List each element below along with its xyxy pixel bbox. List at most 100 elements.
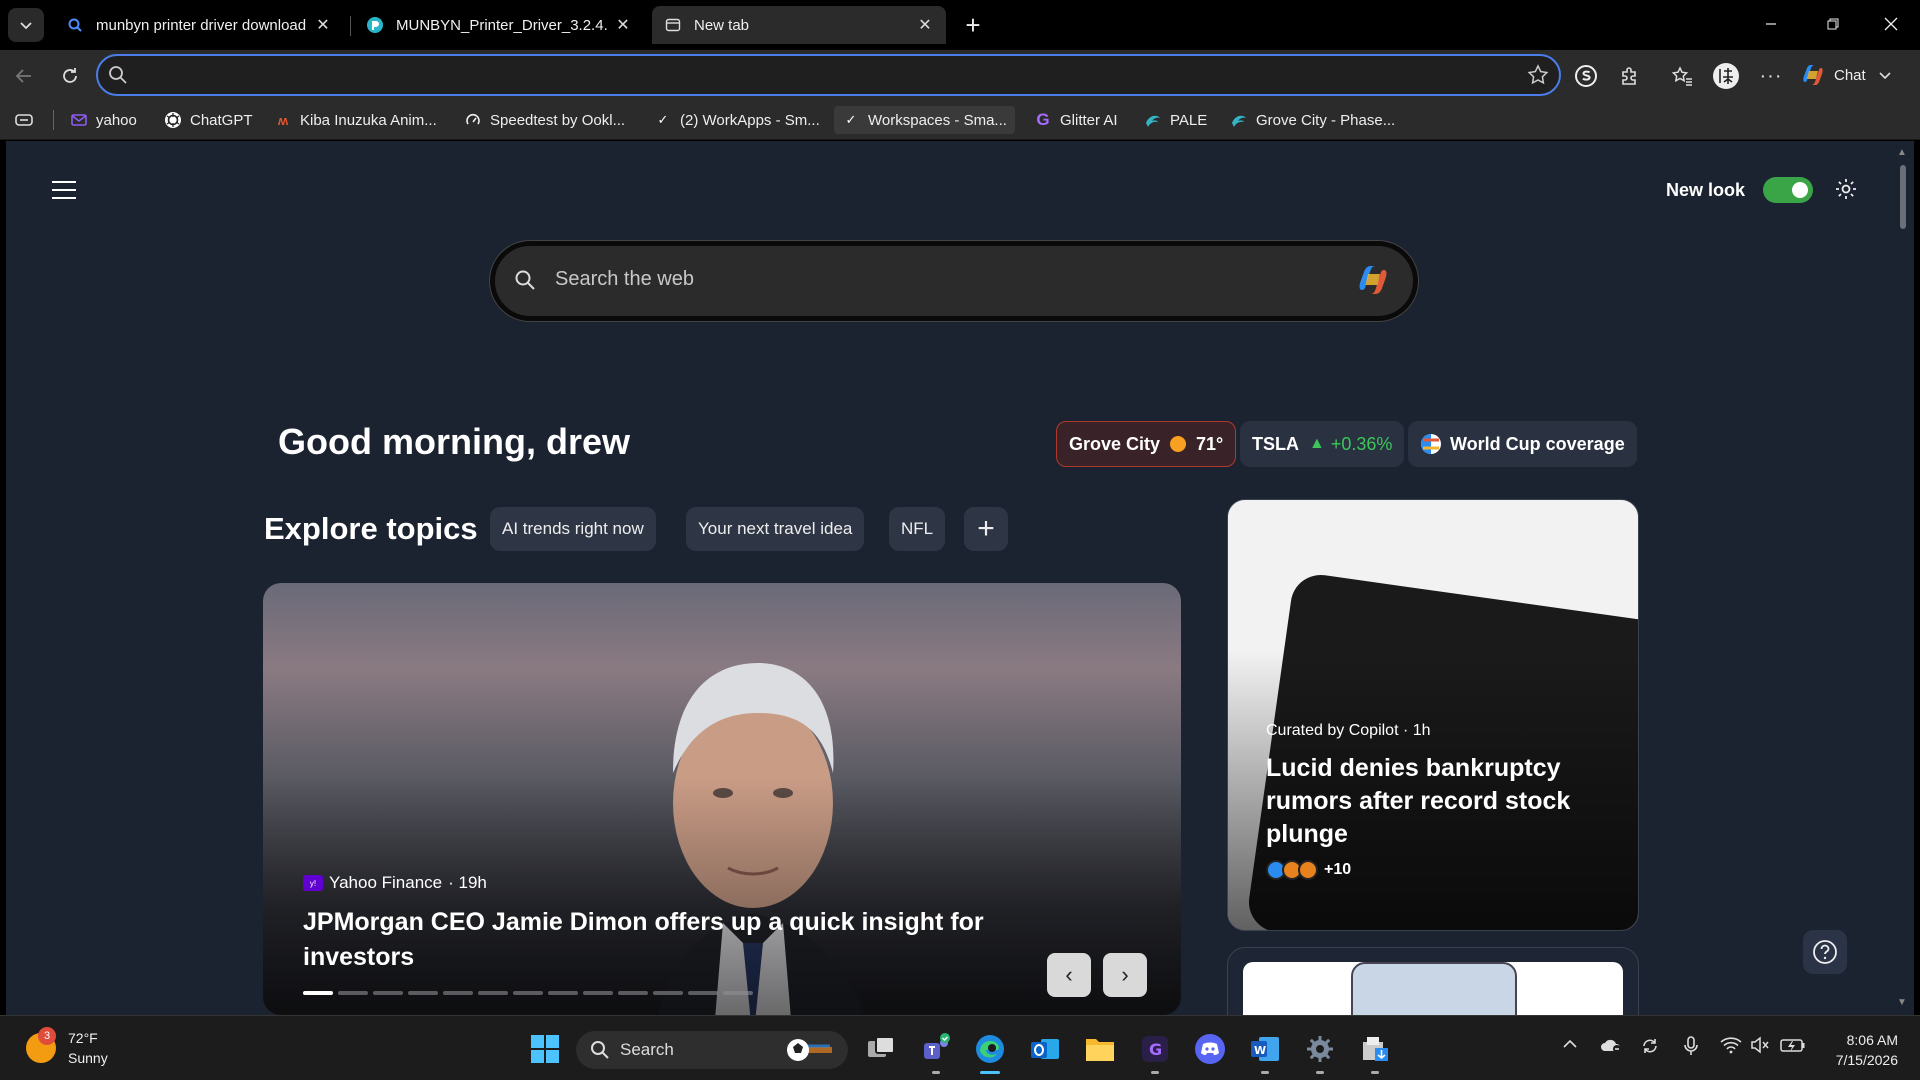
bookmark-yahoo[interactable]: yahoo	[62, 106, 145, 134]
carousel-dot[interactable]	[443, 991, 473, 995]
copilot-chat-button[interactable]: Chat	[1800, 57, 1910, 93]
bookmark-label: PALE	[1170, 111, 1208, 129]
side-card-title[interactable]: Lucid denies bankruptcy rumors after rec…	[1266, 752, 1606, 851]
close-window-button[interactable]	[1868, 8, 1914, 40]
page-scrollbar[interactable]: ▲ ▼	[1892, 141, 1914, 1015]
carousel-dot[interactable]	[723, 991, 753, 995]
favorite-star-icon[interactable]	[1527, 64, 1549, 91]
word-app[interactable]: W	[1246, 1030, 1284, 1074]
carousel-dot[interactable]	[583, 991, 613, 995]
carousel-next-button[interactable]: ›	[1103, 953, 1147, 997]
restore-button[interactable]	[1810, 8, 1856, 40]
help-button[interactable]	[1803, 930, 1847, 974]
carousel-dot[interactable]	[338, 991, 368, 995]
bookmark-pale[interactable]: PALE	[1136, 106, 1215, 134]
close-tab-icon[interactable]: ✕	[614, 16, 632, 34]
printer-driver-app[interactable]	[1356, 1030, 1394, 1074]
close-tab-icon[interactable]: ✕	[314, 16, 332, 34]
wifi-tray[interactable]	[1720, 1036, 1742, 1057]
topic-chip[interactable]: NFL	[889, 507, 946, 551]
bookmark-workapps[interactable]: ✓ (2) WorkApps - Sm...	[646, 106, 828, 134]
outlook-app[interactable]	[1026, 1030, 1064, 1068]
side-news-card[interactable]: Curated by Copilot · 1h Lucid denies ban…	[1227, 499, 1639, 931]
svg-text:G: G	[1149, 1040, 1162, 1059]
weather-chip[interactable]: Grove City 71°	[1056, 421, 1237, 467]
topic-chip[interactable]: Your next travel idea	[686, 507, 865, 551]
bookmark-kiba[interactable]: ʍ Kiba Inuzuka Anim...	[266, 106, 445, 134]
tab-actions-menu-button[interactable]	[8, 8, 44, 42]
edge-app[interactable]	[971, 1030, 1009, 1074]
web-search-box[interactable]: Search the web	[490, 241, 1418, 321]
favorites-button[interactable]	[1666, 60, 1698, 92]
bookmark-speedtest[interactable]: Speedtest by Ookl...	[456, 106, 633, 134]
hero-title[interactable]: JPMorgan CEO Jamie Dimon offers up a qui…	[303, 905, 1023, 975]
extensions-button[interactable]	[1614, 60, 1646, 92]
tab-munbyn-search[interactable]: munbyn printer driver download - ✕	[54, 6, 344, 44]
plus-icon: +	[977, 512, 995, 545]
carousel-dot[interactable]	[618, 991, 648, 995]
carousel-dot[interactable]	[303, 991, 333, 995]
carousel-prev-button[interactable]: ‹	[1047, 953, 1091, 997]
bookmark-workspaces[interactable]: ✓ Workspaces - Sma...	[834, 106, 1015, 134]
copilot-s-extension-button[interactable]	[1570, 60, 1602, 92]
microphone-tray[interactable]	[1682, 1036, 1700, 1059]
volume-tray[interactable]	[1750, 1036, 1770, 1057]
menu-icon[interactable]	[52, 181, 76, 201]
scroll-thumb[interactable]	[1900, 165, 1906, 229]
show-hidden-icons-button[interactable]	[1562, 1036, 1578, 1055]
battery-tray[interactable]	[1780, 1036, 1806, 1057]
side-news-card-2[interactable]	[1227, 947, 1639, 1015]
carousel-dot[interactable]	[478, 991, 508, 995]
minimize-button[interactable]	[1748, 8, 1794, 40]
scroll-up-icon[interactable]: ▲	[1897, 147, 1907, 158]
new-tab-button[interactable]: +	[958, 10, 988, 40]
carousel-dot[interactable]	[408, 991, 438, 995]
add-topic-button[interactable]: +	[964, 507, 1008, 551]
refresh-button[interactable]	[54, 60, 86, 92]
settings-app[interactable]	[1301, 1030, 1339, 1074]
settings-more-button[interactable]: ···	[1755, 60, 1787, 92]
weather-widget[interactable]: 3 72°F Sunny	[26, 1027, 108, 1068]
carousel-dot[interactable]	[373, 991, 403, 995]
back-button[interactable]	[8, 60, 40, 92]
bookmark-grove-city[interactable]: Grove City - Phase...	[1222, 106, 1403, 134]
hero-source: y! Yahoo Finance · 19h	[303, 873, 487, 893]
tab-new-tab[interactable]: New tab ✕	[652, 6, 946, 44]
scroll-down-icon[interactable]: ▼	[1897, 997, 1907, 1008]
bookmark-chatgpt[interactable]: ChatGPT	[156, 106, 261, 134]
new-look-toggle[interactable]	[1763, 177, 1814, 203]
world-cup-chip[interactable]: World Cup coverage	[1408, 421, 1637, 467]
teams-app[interactable]	[917, 1030, 955, 1074]
copilot-icon[interactable]	[1355, 262, 1391, 298]
close-tab-icon[interactable]: ✕	[916, 16, 934, 34]
carousel-dot[interactable]	[688, 991, 718, 995]
carousel-dot[interactable]	[548, 991, 578, 995]
address-bar[interactable]	[96, 54, 1561, 96]
collections-button[interactable]	[6, 106, 42, 134]
carousel-dot[interactable]	[653, 991, 683, 995]
profile-button[interactable]	[1710, 60, 1742, 92]
taskbar-search[interactable]: Search	[576, 1031, 848, 1069]
stock-chip[interactable]: TSLA ▲ +0.36%	[1240, 421, 1405, 467]
glitter-app[interactable]: G	[1136, 1030, 1174, 1074]
address-input[interactable]	[138, 62, 1488, 88]
discord-app[interactable]	[1191, 1030, 1229, 1068]
hero-news-card[interactable]: y! Yahoo Finance · 19h JPMorgan CEO Jami…	[263, 583, 1181, 1015]
start-button[interactable]	[526, 1030, 564, 1068]
carousel-dot[interactable]	[513, 991, 543, 995]
sync-tray[interactable]	[1640, 1036, 1660, 1059]
topic-chip[interactable]: AI trends right now	[490, 507, 656, 551]
page-settings-button[interactable]	[1834, 177, 1858, 206]
copilot-icon	[1803, 65, 1823, 85]
close-icon	[1884, 17, 1898, 31]
side-card-meta: Curated by Copilot · 1h	[1266, 722, 1431, 739]
onedrive-tray[interactable]	[1600, 1036, 1622, 1057]
tab-munbyn-driver[interactable]: MUNBYN_Printer_Driver_3.2.4.530. ✕	[354, 6, 644, 44]
bookmark-glitter-ai[interactable]: G Glitter AI	[1026, 106, 1126, 134]
tab-label: munbyn printer driver download -	[96, 16, 308, 34]
clock[interactable]: 8:06 AM 7/15/2026	[1820, 1030, 1898, 1070]
file-explorer-app[interactable]	[1081, 1030, 1119, 1068]
plus-icon: +	[965, 9, 981, 40]
running-indicator	[1261, 1071, 1269, 1074]
task-view-button[interactable]	[862, 1030, 900, 1068]
